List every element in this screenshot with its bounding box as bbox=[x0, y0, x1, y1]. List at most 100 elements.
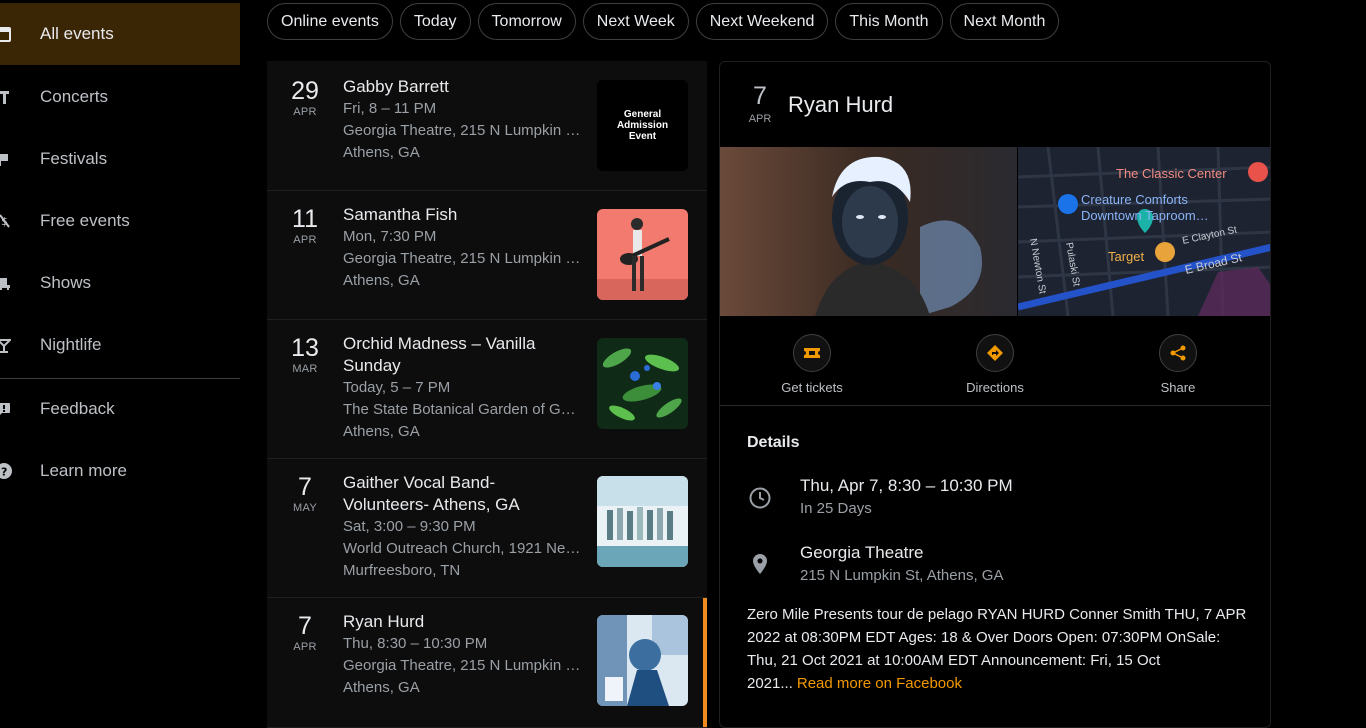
event-list-item[interactable]: 11 APR Samantha Fish Mon, 7:30 PM Georgi… bbox=[267, 191, 707, 320]
event-thumbnail bbox=[597, 615, 688, 706]
sidebar-item-feedback[interactable]: Feedback bbox=[0, 378, 240, 440]
event-title: Samantha Fish bbox=[343, 205, 458, 224]
event-day: 13 bbox=[291, 334, 319, 362]
directions-button[interactable]: Directions bbox=[935, 334, 1055, 395]
event-datetime: Thu, Apr 7, 8:30 – 10:30 PM bbox=[800, 476, 1013, 495]
sidebar-item-nightlife[interactable]: Nightlife bbox=[0, 314, 240, 376]
sidebar-item-learn-more[interactable]: ? Learn more bbox=[0, 440, 240, 502]
event-title: Gaither Vocal Band- Volunteers- Athens, … bbox=[343, 473, 520, 514]
event-text: Ryan Hurd Thu, 8:30 – 10:30 PM Georgia T… bbox=[343, 611, 583, 699]
event-month: MAR bbox=[292, 363, 318, 375]
chip-next-month[interactable]: Next Month bbox=[949, 3, 1060, 40]
event-time: Today, 5 – 7 PM bbox=[343, 379, 451, 396]
guitar-icon bbox=[0, 88, 12, 106]
event-city: Athens, GA bbox=[343, 679, 420, 696]
help-icon: ? bbox=[0, 462, 12, 480]
event-month: MAY bbox=[293, 502, 317, 514]
clock-icon bbox=[748, 486, 772, 510]
get-tickets-label: Get tickets bbox=[781, 380, 843, 395]
sidebar-item-label: Shows bbox=[40, 273, 92, 292]
event-list-item[interactable]: 7 MAY Gaither Vocal Band- Volunteers- At… bbox=[267, 459, 707, 598]
event-actions: Get tickets Directions Share bbox=[720, 316, 1270, 406]
date-filter-chips: Online events Today Tomorrow Next Week N… bbox=[267, 3, 1060, 40]
venue-address: 215 N Lumpkin St, Athens, GA bbox=[800, 567, 1004, 584]
sidebar-item-label: Free events bbox=[40, 211, 130, 230]
chip-today[interactable]: Today bbox=[399, 3, 471, 40]
event-list-item[interactable]: 13 MAR Orchid Madness – Vanilla Sunday T… bbox=[267, 320, 707, 459]
chip-next-week[interactable]: Next Week bbox=[582, 3, 689, 40]
event-time: Mon, 7:30 PM bbox=[343, 228, 437, 245]
cocktail-icon bbox=[0, 336, 12, 354]
share-label: Share bbox=[1160, 380, 1196, 395]
share-icon bbox=[1159, 334, 1197, 372]
event-venue: The State Botanical Garden of G… bbox=[343, 401, 576, 418]
sidebar-item-label: Learn more bbox=[40, 461, 127, 480]
event-description: Zero Mile Presents tour de pelago RYAN H… bbox=[747, 603, 1247, 695]
free-icon: $ bbox=[0, 212, 12, 230]
event-day: 11 bbox=[292, 205, 318, 233]
detail-title: Ryan Hurd bbox=[788, 92, 894, 117]
sidebar-item-label: Festivals bbox=[40, 149, 108, 168]
event-city: Athens, GA bbox=[343, 144, 420, 161]
sidebar-item-all-events[interactable]: All events bbox=[0, 3, 240, 65]
sidebar-item-label: Concerts bbox=[40, 87, 109, 106]
sidebar-item-label: All events bbox=[40, 24, 114, 43]
event-month: APR bbox=[293, 234, 317, 246]
event-month: APR bbox=[293, 106, 317, 118]
event-text: Samantha Fish Mon, 7:30 PM Georgia Theat… bbox=[343, 204, 583, 292]
event-list-item[interactable]: 29 APR Gabby Barrett Fri, 8 – 11 PM Geor… bbox=[267, 61, 707, 191]
event-day: 7 bbox=[298, 473, 312, 501]
feedback-icon bbox=[0, 400, 12, 418]
event-list-item[interactable]: 7 APR Ryan Hurd Thu, 8:30 – 10:30 PM Geo… bbox=[267, 598, 707, 728]
sidebar-item-concerts[interactable]: Concerts bbox=[0, 66, 240, 128]
event-day: 7 bbox=[298, 612, 312, 640]
calendar-icon bbox=[0, 25, 12, 43]
map-label-classic-center: The Classic Center bbox=[1116, 166, 1227, 181]
sidebar-item-shows[interactable]: Shows bbox=[0, 252, 240, 314]
chip-next-weekend[interactable]: Next Weekend bbox=[695, 3, 829, 40]
event-location-map[interactable]: The Classic Center Creature Comforts Dow… bbox=[1018, 147, 1270, 316]
event-text: Orchid Madness – Vanilla Sunday Today, 5… bbox=[343, 333, 583, 443]
location-pin-icon bbox=[748, 552, 772, 576]
event-month: APR bbox=[293, 641, 317, 653]
event-thumbnail: General Admission Event bbox=[597, 80, 688, 171]
event-detail-card: 7 APR Ryan Hurd The Classic Center Creat… bbox=[719, 61, 1271, 728]
sidebar-item-free-events[interactable]: $ Free events bbox=[0, 190, 240, 252]
share-button[interactable]: Share bbox=[1118, 334, 1238, 395]
event-list: 29 APR Gabby Barrett Fri, 8 – 11 PM Geor… bbox=[267, 61, 707, 728]
event-title: Gabby Barrett bbox=[343, 77, 449, 96]
svg-text:$: $ bbox=[1, 215, 8, 228]
event-text: Gabby Barrett Fri, 8 – 11 PM Georgia The… bbox=[343, 76, 583, 164]
sidebar-item-festivals[interactable]: Festivals bbox=[0, 128, 240, 190]
chip-this-month[interactable]: This Month bbox=[835, 3, 943, 40]
artist-photo[interactable] bbox=[720, 147, 1017, 316]
read-more-link[interactable]: Read more on Facebook bbox=[797, 675, 962, 692]
sidebar-item-label: Feedback bbox=[40, 399, 115, 418]
detail-day: 7 bbox=[753, 82, 767, 110]
event-time: Thu, 8:30 – 10:30 PM bbox=[343, 635, 488, 652]
sidebar: All events Concerts Festivals $ Free eve… bbox=[0, 0, 240, 728]
event-relative-date: In 25 Days bbox=[800, 500, 872, 517]
event-venue: Georgia Theatre, 215 N Lumpkin … bbox=[343, 122, 581, 139]
event-venue: Georgia Theatre, 215 N Lumpkin … bbox=[343, 657, 581, 674]
flag-icon bbox=[0, 150, 12, 168]
get-tickets-button[interactable]: Get tickets bbox=[752, 334, 872, 395]
chip-tomorrow[interactable]: Tomorrow bbox=[477, 3, 576, 40]
map-label-creature-comforts-2: Downtown Taproom… bbox=[1081, 208, 1209, 223]
event-city: Athens, GA bbox=[343, 272, 420, 289]
event-time: Fri, 8 – 11 PM bbox=[343, 100, 437, 117]
chip-online-events[interactable]: Online events bbox=[267, 3, 393, 40]
event-title: Ryan Hurd bbox=[343, 612, 425, 631]
event-venue: Georgia Theatre, 215 N Lumpkin … bbox=[343, 250, 581, 267]
event-thumbnail bbox=[597, 476, 688, 567]
venue-name: Georgia Theatre bbox=[800, 543, 924, 562]
event-thumbnail bbox=[597, 209, 688, 300]
svg-text:?: ? bbox=[1, 466, 7, 479]
theater-seat-icon bbox=[0, 274, 12, 292]
event-text: Gaither Vocal Band- Volunteers- Athens, … bbox=[343, 472, 583, 582]
event-city: Athens, GA bbox=[343, 423, 420, 440]
ticket-icon bbox=[793, 334, 831, 372]
event-title: Orchid Madness – Vanilla Sunday bbox=[343, 334, 536, 375]
event-city: Murfreesboro, TN bbox=[343, 562, 461, 579]
event-venue: World Outreach Church, 1921 Ne… bbox=[343, 540, 581, 557]
